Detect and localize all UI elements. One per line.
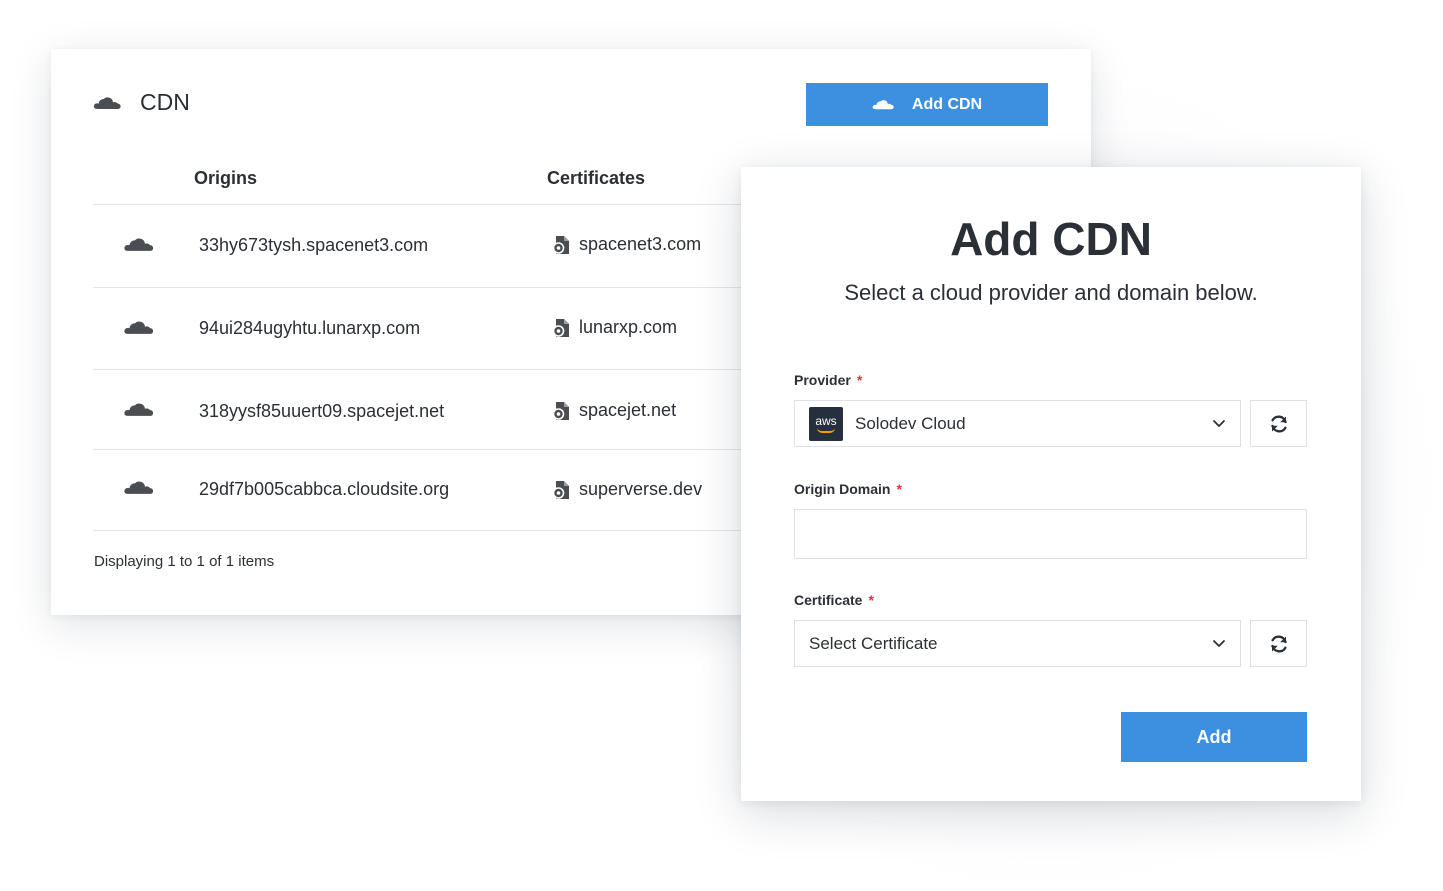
provider-select[interactable]: aws Solodev Cloud	[794, 400, 1241, 447]
chevron-down-icon	[1213, 640, 1225, 647]
origin-domain: 29df7b005cabbca.cloudsite.org	[199, 479, 450, 499]
add-submit-button[interactable]: Add	[1121, 712, 1307, 762]
chevron-down-icon	[1213, 420, 1225, 427]
add-cdn-modal: Add CDN Select a cloud provider and doma…	[741, 167, 1361, 801]
required-marker: *	[896, 481, 902, 497]
aws-logo-text: aws	[815, 413, 837, 428]
required-marker: *	[856, 372, 863, 388]
certificate-name: superverse.dev	[579, 479, 703, 499]
origin-domain-label-text: Origin Domain	[794, 481, 891, 497]
page-title: CDN	[140, 89, 190, 115]
modal-subtitle: Select a cloud provider and domain below…	[844, 280, 1258, 305]
certificate-icon	[552, 480, 569, 499]
list-header: CDN	[93, 89, 190, 116]
provider-selected-value: Solodev Cloud	[855, 413, 966, 433]
cloud-icon	[124, 481, 154, 494]
certificate-cell: superverse.dev	[552, 479, 702, 500]
column-header-certificates: Certificates	[547, 168, 646, 188]
certificate-cell: lunarxp.com	[552, 317, 677, 338]
origin-domain-input[interactable]	[794, 509, 1307, 559]
certificate-selected-value: Select Certificate	[809, 633, 938, 653]
certificate-cell: spacenet3.com	[552, 234, 701, 255]
certificate-cell: spacejet.net	[552, 400, 676, 421]
provider-label: Provider *	[794, 372, 862, 388]
provider-label-text: Provider	[794, 372, 851, 388]
certificate-icon	[552, 318, 569, 337]
column-header-origins: Origins	[194, 168, 258, 188]
certificate-label: Certificate *	[794, 592, 874, 608]
origin-domain: 94ui284ugyhtu.lunarxp.com	[199, 318, 421, 338]
cloud-icon	[93, 96, 121, 109]
origin-domain-label: Origin Domain *	[794, 481, 902, 497]
cloud-icon	[124, 321, 154, 334]
cloud-icon	[872, 100, 894, 110]
certificate-select[interactable]: Select Certificate	[794, 620, 1241, 667]
certificate-label-text: Certificate	[794, 592, 863, 608]
certificate-refresh-button[interactable]	[1250, 620, 1307, 667]
aws-smile-mark	[817, 428, 835, 433]
aws-logo-icon: aws	[809, 406, 843, 441]
certificate-icon	[552, 401, 569, 420]
pagination-summary: Displaying 1 to 1 of 1 items	[94, 553, 275, 570]
cloud-icon	[124, 403, 154, 416]
refresh-icon	[1270, 635, 1287, 652]
certificate-name: spacejet.net	[579, 400, 677, 420]
refresh-icon	[1270, 415, 1287, 432]
cloud-icon	[124, 238, 154, 251]
origin-domain: 318yysf85uuert09.spacejet.net	[199, 401, 445, 421]
add-cdn-button-label: Add CDN	[911, 95, 983, 113]
certificate-name: lunarxp.com	[579, 317, 678, 337]
modal-title: Add CDN	[950, 213, 1152, 265]
origin-domain: 33hy673tysh.spacenet3.com	[199, 235, 429, 255]
provider-refresh-button[interactable]	[1250, 400, 1307, 447]
certificate-icon	[552, 235, 569, 254]
certificate-name: spacenet3.com	[579, 234, 702, 254]
required-marker: *	[868, 592, 874, 608]
add-cdn-button[interactable]: Add CDN	[806, 83, 1048, 126]
